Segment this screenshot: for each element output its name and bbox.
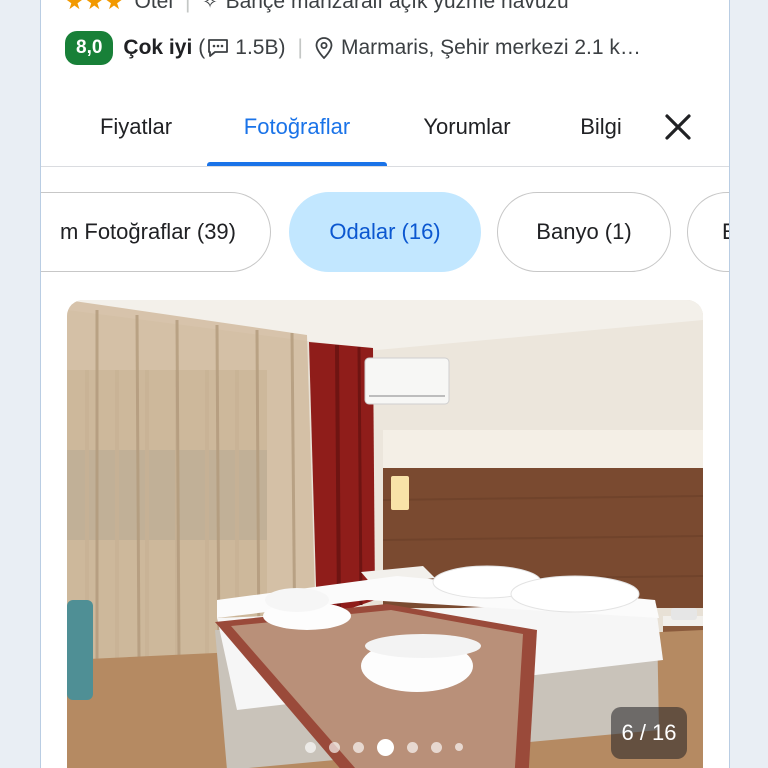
chip-next[interactable]: E	[687, 192, 729, 272]
photo-counter: 6 / 16	[611, 707, 687, 759]
sparkle-icon: ✧	[202, 0, 218, 12]
location-pin-icon	[315, 37, 333, 59]
tab-reviews[interactable]: Yorumlar	[401, 88, 533, 166]
rating-row: 8,0 Çok iyi ( 1.5B) | Marmaris, Şehir me…	[65, 30, 641, 66]
carousel-dot	[431, 741, 442, 753]
carousel-dots	[305, 737, 476, 757]
tab-photos[interactable]: Fotoğraflar	[217, 88, 377, 166]
hotel-feature: Bahçe manzaralı açık yüzme havuzu	[225, 0, 569, 13]
review-open-paren: (	[198, 36, 206, 59]
divider: |	[297, 36, 303, 59]
hotel-location[interactable]: Marmaris, Şehir merkezi 2.1 k…	[341, 36, 641, 60]
carousel-dot	[455, 743, 463, 751]
carousel-dot	[305, 741, 316, 753]
hotel-type: Otel	[134, 0, 173, 13]
star-rating: ★★★	[65, 0, 125, 14]
close-icon[interactable]	[659, 108, 697, 146]
chip-bathroom[interactable]: Banyo (1)	[497, 192, 671, 272]
room-photo-image	[67, 300, 703, 768]
divider: |	[185, 0, 191, 13]
carousel-dot	[353, 741, 364, 753]
tab-prices[interactable]: Fiyatlar	[81, 88, 191, 166]
hotel-info-row: ★★★ Otel | ✧ Bahçe manzaralı açık yüzme …	[65, 0, 569, 16]
review-count[interactable]: 1.5B)	[235, 36, 285, 60]
carousel-dot	[407, 741, 418, 753]
carousel-dot-active	[377, 738, 394, 756]
chip-rooms[interactable]: Odalar (16)	[289, 192, 481, 272]
rating-label: Çok iyi	[123, 36, 193, 59]
rating-badge: 8,0	[65, 31, 114, 65]
active-tab-indicator	[207, 162, 387, 166]
tab-info[interactable]: Bilgi	[561, 88, 641, 166]
chat-icon	[208, 39, 229, 57]
hotel-room-photo[interactable]	[67, 300, 703, 768]
tab-bar: Fiyatlar Fotoğraflar Yorumlar Bilgi	[41, 88, 729, 167]
hotel-detail-panel: ★★★ Otel | ✧ Bahçe manzaralı açık yüzme …	[40, 0, 730, 768]
carousel-dot	[329, 741, 340, 753]
chip-all-photos[interactable]: m Fotoğraflar (39)	[41, 192, 271, 272]
